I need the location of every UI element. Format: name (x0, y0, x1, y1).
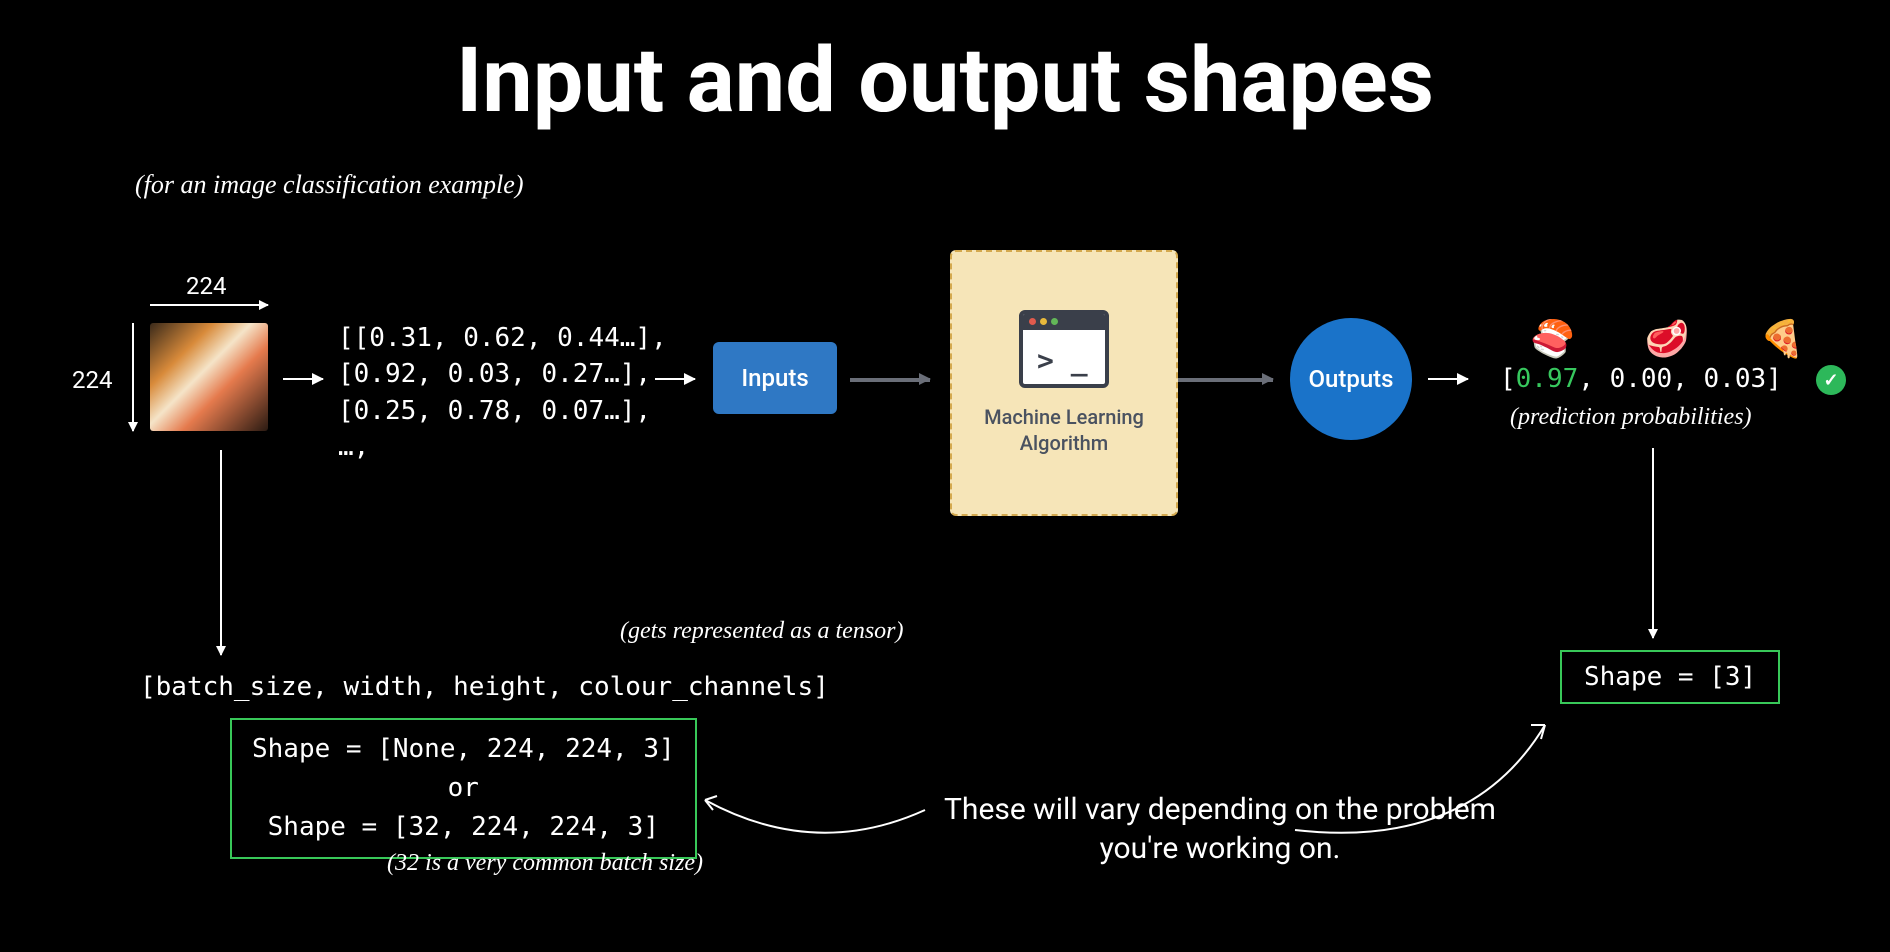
arrow-icon (1178, 378, 1273, 382)
shape-description: [batch_size, width, height, colour_chann… (140, 672, 829, 702)
food-image (150, 323, 268, 431)
tensor-note: (gets represented as a tensor) (620, 618, 904, 645)
prediction-note: (prediction probabilities) (1510, 404, 1752, 431)
curve-arrow-icon (1290, 720, 1550, 860)
output-shape-box: Shape = [3] (1560, 650, 1780, 704)
arrow-down-icon (220, 450, 222, 655)
width-label: 224 (186, 272, 226, 300)
ml-algorithm-box: > _ Machine Learning Algorithm (950, 250, 1178, 516)
height-label: 224 (72, 366, 112, 394)
curve-arrow-icon (700, 790, 930, 850)
arrow-icon (283, 378, 323, 380)
terminal-icon: > _ (1019, 310, 1109, 388)
input-shape-box: Shape = [None, 224, 224, 3] or Shape = [… (230, 718, 697, 859)
arrow-icon (1428, 378, 1468, 380)
arrow-down-icon (1652, 448, 1654, 638)
batch-note: (32 is a very common batch size) (380, 850, 710, 877)
page-title: Input and output shapes (0, 28, 1890, 133)
arrow-icon (655, 378, 695, 380)
height-arrow (132, 323, 134, 431)
tensor-matrix: [[0.31, 0.62, 0.44…], [0.92, 0.03, 0.27…… (338, 320, 667, 466)
subtitle: (for an image classification example) (135, 170, 523, 200)
width-arrow (150, 304, 268, 306)
outputs-circle: Outputs (1290, 318, 1412, 440)
terminal-prompt: > _ (1037, 344, 1088, 377)
output-values: [0.97, 0.00, 0.03] (1500, 364, 1782, 394)
arrow-icon (850, 378, 930, 382)
steak-icon: 🥩 (1645, 318, 1690, 360)
ml-label: Machine Learning Algorithm (984, 404, 1144, 456)
class-icons: 🍣 🥩 🍕 (1530, 318, 1804, 360)
inputs-box: Inputs (713, 342, 837, 414)
check-icon: ✓ (1816, 365, 1846, 395)
pizza-icon: 🍕 (1760, 318, 1805, 360)
sushi-icon: 🍣 (1530, 318, 1575, 360)
